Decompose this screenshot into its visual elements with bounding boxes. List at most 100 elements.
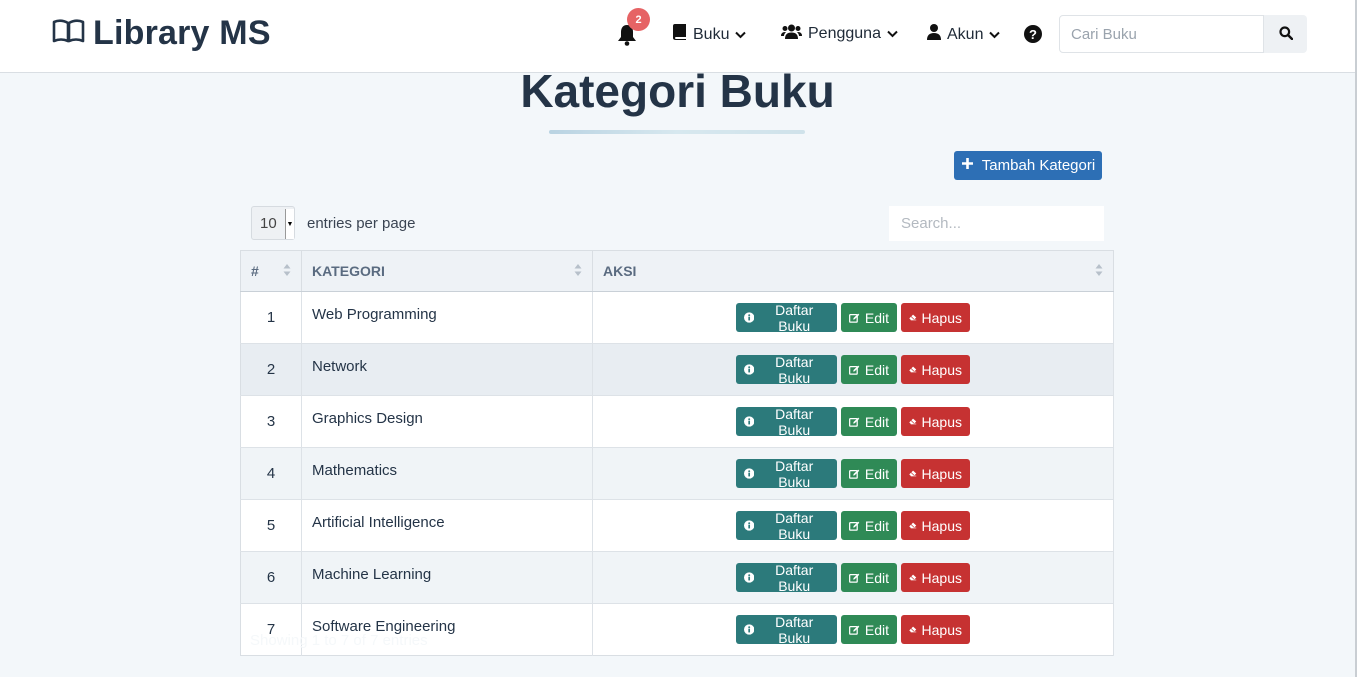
brand[interactable]: Library MS	[52, 14, 271, 53]
page-title: Kategori Buku	[520, 65, 835, 117]
search-book-input[interactable]	[1059, 15, 1264, 53]
category-name: Machine Learning	[301, 551, 593, 604]
table-row: 5 Artificial Intelligence Daftar Buku Edit H…	[240, 499, 1114, 552]
question-circle-icon[interactable]: ?	[1024, 25, 1042, 43]
open-book-icon	[52, 18, 85, 49]
info-circle-icon	[744, 624, 755, 635]
nav-menu-label: Akun	[947, 25, 984, 43]
delete-label: Hapus	[921, 413, 962, 430]
edit-icon	[849, 313, 860, 323]
list-books-button[interactable]: Daftar Buku	[736, 613, 837, 646]
eraser-icon	[909, 626, 917, 633]
delete-button[interactable]: Hapus	[901, 355, 970, 384]
row-number: 5	[240, 499, 302, 552]
per-page-label: entries per page	[307, 214, 416, 232]
delete-button[interactable]: Hapus	[901, 459, 970, 488]
delete-label: Hapus	[921, 361, 962, 378]
row-actions: Daftar Buku Edit Hapus	[592, 603, 1114, 656]
info-circle-icon	[744, 572, 755, 583]
caret-down-icon: ▼	[285, 209, 294, 239]
category-name: Graphics Design	[301, 395, 593, 448]
edit-label: Edit	[864, 309, 889, 326]
list-books-button[interactable]: Daftar Buku	[736, 458, 837, 490]
delete-button[interactable]: Hapus	[901, 563, 970, 592]
edit-label: Edit	[864, 517, 889, 534]
edit-button[interactable]: Edit	[841, 511, 897, 540]
table-row: 1 Web Programming Daftar Buku Edit Hapus	[240, 291, 1114, 344]
notification-badge: 2	[627, 8, 650, 31]
delete-button[interactable]: Hapus	[901, 407, 970, 436]
eraser-icon	[909, 470, 917, 477]
eraser-icon	[909, 366, 917, 373]
nav-menu-akun[interactable]: Akun	[927, 24, 1001, 45]
brand-title: Library MS	[93, 14, 271, 52]
row-actions: Daftar Buku Edit Hapus	[592, 343, 1114, 396]
list-books-button[interactable]: Daftar Buku	[736, 301, 837, 334]
edit-icon	[849, 417, 860, 427]
nav-menu-buku[interactable]: Buku	[673, 24, 747, 45]
edit-label: Edit	[864, 621, 889, 638]
category-name: Artificial Intelligence	[301, 499, 593, 552]
delete-button[interactable]: Hapus	[901, 303, 970, 332]
table-row: 6 Machine Learning Daftar Buku Edit Hapus	[240, 551, 1114, 604]
list-books-label: Daftar Buku	[775, 301, 814, 334]
navbar-search	[1059, 15, 1307, 53]
list-books-button[interactable]: Daftar Buku	[736, 510, 837, 542]
sort-icon	[574, 264, 582, 276]
edit-label: Edit	[864, 361, 889, 378]
delete-button[interactable]: Hapus	[901, 615, 970, 644]
chevron-down-icon	[887, 25, 898, 43]
eraser-icon	[909, 418, 917, 425]
search-button[interactable]	[1264, 15, 1307, 53]
column-header-aksi[interactable]: AKSI	[592, 250, 1114, 292]
column-header-number[interactable]: #	[240, 250, 302, 292]
info-circle-icon	[744, 520, 755, 531]
list-books-button[interactable]: Daftar Buku	[736, 405, 837, 438]
edit-button[interactable]: Edit	[841, 615, 897, 644]
entries-per-page: 10 ▼ entries per page	[251, 206, 415, 240]
edit-icon	[849, 365, 860, 375]
row-actions: Daftar Buku Edit Hapus	[592, 291, 1114, 344]
edit-icon	[849, 573, 860, 583]
eraser-icon	[909, 574, 917, 581]
column-header-label: AKSI	[603, 263, 637, 279]
delete-button[interactable]: Hapus	[901, 511, 970, 540]
list-books-button[interactable]: Daftar Buku	[736, 354, 837, 386]
row-actions: Daftar Buku Edit Hapus	[592, 499, 1114, 552]
column-header-label: KATEGORI	[312, 263, 385, 279]
add-category-button[interactable]: Tambah Kategori	[954, 151, 1102, 180]
table-info: Showing 1 to 7 of 7 entries	[250, 632, 428, 649]
info-circle-icon	[744, 416, 755, 427]
edit-button[interactable]: Edit	[841, 459, 897, 488]
nav-menu-label: Buku	[693, 25, 730, 43]
info-circle-icon	[744, 364, 755, 375]
table-header-row: # KATEGORI AKSI	[240, 250, 1114, 292]
category-name: Mathematics	[301, 447, 593, 500]
edit-button[interactable]: Edit	[841, 303, 897, 332]
list-books-label: Daftar Buku	[775, 405, 814, 438]
row-number: 4	[240, 447, 302, 500]
edit-button[interactable]: Edit	[841, 563, 897, 592]
delete-label: Hapus	[921, 465, 962, 482]
sort-icon	[1095, 264, 1103, 276]
delete-label: Hapus	[921, 309, 962, 326]
category-name: Web Programming	[301, 291, 593, 344]
nav-menu-pengguna[interactable]: Pengguna	[781, 24, 898, 44]
delete-label: Hapus	[921, 517, 962, 534]
edit-button[interactable]: Edit	[841, 355, 897, 384]
list-books-label: Daftar Buku	[775, 613, 814, 646]
per-page-select[interactable]: 10 ▼	[251, 206, 295, 240]
list-books-button[interactable]: Daftar Buku	[736, 562, 837, 594]
column-header-kategori[interactable]: KATEGORI	[301, 250, 593, 292]
row-number: 1	[240, 291, 302, 344]
delete-label: Hapus	[921, 569, 962, 586]
table-row: 2 Network Daftar Buku Edit Hapus	[240, 343, 1114, 396]
delete-label: Hapus	[921, 621, 962, 638]
user-icon	[927, 24, 941, 45]
edit-button[interactable]: Edit	[841, 407, 897, 436]
table-search-input[interactable]	[889, 206, 1104, 241]
edit-label: Edit	[864, 413, 889, 430]
category-name: Network	[301, 343, 593, 396]
add-category-label: Tambah Kategori	[981, 157, 1096, 174]
row-actions: Daftar Buku Edit Hapus	[592, 395, 1114, 448]
